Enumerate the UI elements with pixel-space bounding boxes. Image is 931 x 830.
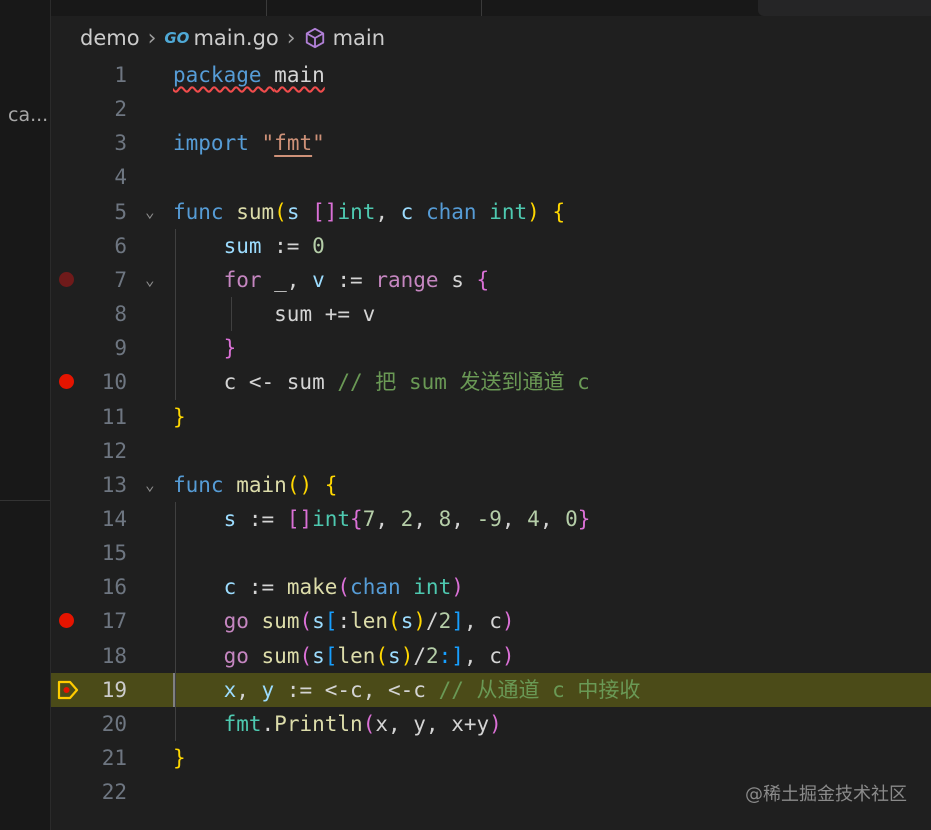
line-number: 11 (101, 404, 127, 429)
line-number: 22 (101, 780, 127, 805)
line-number: 17 (101, 609, 127, 634)
code-text: sum := 0 (223, 233, 325, 258)
code-line[interactable]: 7 ⌄ for _, v := range s { (51, 263, 931, 297)
code-line[interactable]: 6 sum := 0 (51, 229, 931, 263)
indent-guide (175, 228, 176, 400)
code-text: x, y := <-c, <-c // 从通道 c 中接收 (223, 677, 641, 702)
fold-chevron-icon[interactable]: ⌄ (145, 468, 155, 502)
breadcrumb-folder[interactable]: demo (80, 26, 140, 50)
code-line[interactable]: 17 go sum(s[:len(s)/2], c) (51, 604, 931, 638)
code-line[interactable]: 4 (51, 160, 931, 194)
go-file-icon: GO (164, 29, 190, 47)
code-line[interactable]: 2 (51, 92, 931, 126)
breadcrumb: demo › GO main.go › main (80, 22, 385, 54)
code-line[interactable]: 15 (51, 536, 931, 570)
code-line[interactable]: 11} (51, 400, 931, 434)
code-line[interactable]: 12 (51, 434, 931, 468)
code-line[interactable]: 21} (51, 741, 931, 775)
watermark: @稀土掘金技术社区 (745, 784, 907, 805)
code-line[interactable]: 20 fmt.Println(x, y, x+y) (51, 707, 931, 741)
code-line[interactable]: 13 ⌄ func main() { (51, 468, 931, 502)
fold-chevron-icon[interactable]: ⌄ (145, 195, 155, 229)
line-number: 16 (101, 575, 127, 600)
symbol-method-icon (305, 27, 324, 49)
code-text: func sum(s []int, c chan int) { (173, 199, 566, 224)
breadcrumb-file[interactable]: main.go (193, 26, 278, 50)
code-line[interactable]: 1 package main (51, 58, 931, 92)
breadcrumb-symbol[interactable]: main (333, 26, 385, 50)
code-text: go sum(s[:len(s)/2], c) (223, 609, 515, 634)
sidebar-truncated-label[interactable]: ca... (8, 104, 48, 126)
code-text: } (223, 336, 237, 361)
line-number: 14 (101, 506, 127, 531)
code-text: c := make(chan int) (223, 575, 464, 600)
line-number: 3 (114, 131, 127, 156)
line-number: 15 (101, 541, 127, 566)
line-number: 10 (101, 370, 127, 395)
line-number: 12 (101, 438, 127, 463)
code-line[interactable]: 3 import "fmt" (51, 126, 931, 160)
fold-chevron-icon[interactable]: ⌄ (145, 263, 155, 297)
indent-guide (231, 297, 232, 332)
code-text: } (173, 404, 186, 429)
code-text: s := []int{7, 2, 8, -9, 4, 0} (223, 506, 591, 531)
indent-guide (175, 501, 176, 741)
code-text: func main() { (173, 472, 338, 497)
code-line[interactable]: 16 c := make(chan int) (51, 570, 931, 604)
code-text: go sum(s[len(s)/2:], c) (223, 643, 515, 668)
line-number: 6 (114, 233, 127, 258)
line-number: 5 (114, 199, 127, 224)
line-number: 4 (114, 165, 127, 190)
code-line[interactable]: 8 sum += v (51, 297, 931, 331)
code-text: c <- sum // 把 sum 发送到通道 c (223, 370, 590, 395)
code-text: import "fmt" (173, 131, 325, 156)
code-line-current[interactable]: 19 x, y := <-c, <-c // 从通道 c 中接收 (51, 672, 931, 707)
code-text: } (173, 746, 186, 770)
line-number: 19 (101, 677, 127, 702)
activity-sidebar: ca... (0, 0, 51, 830)
line-number: 1 (114, 63, 127, 87)
line-number: 8 (114, 302, 127, 327)
code-line[interactable]: 5 ⌄ func sum(s []int, c chan int) { (51, 195, 931, 229)
line-number: 7 (114, 267, 127, 292)
code-line[interactable]: 14 s := []int{7, 2, 8, -9, 4, 0} (51, 502, 931, 536)
tab-bar (51, 0, 931, 16)
code-text: for _, v := range s { (223, 267, 490, 292)
line-number: 9 (114, 336, 127, 361)
code-text: package main (173, 63, 325, 87)
code-text: sum += v (274, 302, 376, 327)
chevron-right-icon: › (286, 25, 296, 51)
line-number: 2 (114, 97, 127, 122)
line-number: 21 (101, 746, 127, 770)
tab-divider (481, 0, 482, 16)
tab-bar-tail (758, 0, 931, 16)
line-number: 18 (101, 643, 127, 668)
code-text: fmt.Println(x, y, x+y) (223, 711, 502, 736)
code-line[interactable]: 9 } (51, 331, 931, 365)
line-number: 20 (101, 711, 127, 736)
sidebar-divider (0, 500, 50, 501)
code-line[interactable]: 18 go sum(s[len(s)/2:], c) (51, 639, 931, 673)
line-number: 13 (101, 472, 127, 497)
tab-divider (266, 0, 267, 16)
code-line[interactable]: 10 c <- sum // 把 sum 发送到通道 c (51, 365, 931, 399)
chevron-right-icon: › (147, 25, 157, 51)
